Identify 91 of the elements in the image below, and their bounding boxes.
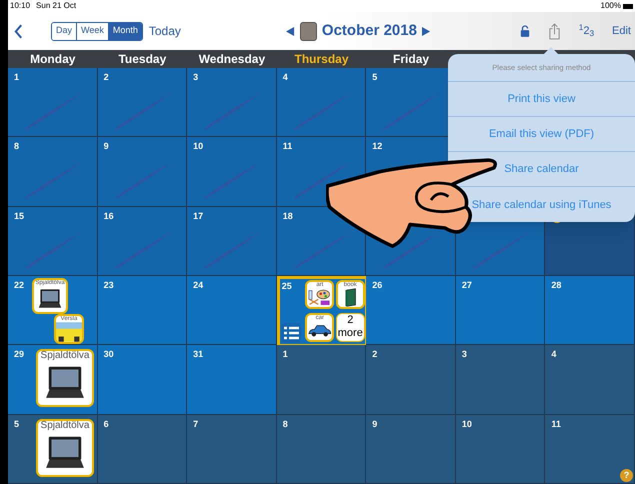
- day-number: 3: [193, 71, 198, 84]
- day-number: 30: [104, 348, 114, 362]
- day-number: 31: [193, 348, 204, 362]
- share-icon[interactable]: [548, 22, 561, 40]
- weekday-label: Tuesday: [117, 51, 168, 68]
- day-number: 4: [282, 71, 288, 84]
- event-label: Spjaldtölva: [40, 420, 90, 431]
- day-number: 18: [282, 210, 293, 223]
- weekday-label: Monday: [29, 51, 76, 68]
- day-cell[interactable]: 1: [276, 345, 366, 415]
- day-cell[interactable]: 5 Spjaldtölva: [8, 414, 98, 484]
- day-number: 23: [104, 279, 114, 292]
- day-cell[interactable]: 31: [187, 345, 277, 415]
- day-number: 12: [372, 140, 382, 154]
- event-pictogram[interactable]: Spjaldtölva: [36, 418, 94, 477]
- day-cell[interactable]: 4: [545, 345, 635, 415]
- day-cell[interactable]: 9: [98, 137, 188, 207]
- day-number: 25: [280, 280, 293, 293]
- day-number: 5: [14, 418, 20, 431]
- day-cell[interactable]: 28: [545, 276, 635, 346]
- day-number: 6: [104, 418, 109, 431]
- day-cell[interactable]: 29 Spjaldtölva: [8, 345, 98, 415]
- day-number: 22: [14, 279, 24, 292]
- numbering-button[interactable]: $^{1}$2$_{3}$: [578, 22, 594, 40]
- day-number: 9: [372, 418, 378, 431]
- day-cell[interactable]: 16: [98, 206, 188, 276]
- day-cell[interactable]: 6: [98, 414, 188, 484]
- day-number: 7: [193, 418, 198, 431]
- weekday-label: Thursday: [293, 51, 350, 68]
- day-number: 3: [462, 348, 467, 362]
- day-number: 27: [462, 279, 472, 292]
- list-icon[interactable]: [280, 323, 301, 344]
- day-number: 4: [551, 348, 556, 362]
- day-cell[interactable]: 30: [98, 345, 188, 415]
- day-cell[interactable]: 3: [456, 345, 546, 415]
- day-cell[interactable]: 9: [366, 414, 456, 484]
- day-cell[interactable]: 1: [8, 68, 98, 138]
- weekday-label: Friday: [392, 51, 430, 68]
- day-number: 5: [372, 71, 378, 84]
- day-number: 17: [193, 210, 204, 223]
- day-cell[interactable]: 24: [187, 276, 277, 346]
- day-cell[interactable]: 23: [98, 276, 188, 346]
- day-cell[interactable]: 10: [456, 414, 546, 484]
- day-number: 29: [14, 348, 24, 362]
- day-number: 1: [282, 348, 288, 362]
- day-cell[interactable]: 7: [187, 414, 277, 484]
- day-cell[interactable]: 17: [187, 206, 277, 276]
- month-title: October 2018: [322, 20, 417, 41]
- event-pictogram[interactable]: Spjaldtölva: [36, 349, 94, 408]
- padlock-icon[interactable]: [520, 25, 530, 37]
- battery-level: 100%: [600, 0, 621, 12]
- day-number: 16: [104, 210, 114, 223]
- day-number: 2: [104, 71, 109, 84]
- day-number: 2: [372, 348, 378, 362]
- day-number: 28: [551, 279, 562, 292]
- day-number: 1: [14, 71, 20, 84]
- weekday-label: Wednesday: [198, 51, 266, 68]
- back-chevron-icon[interactable]: [14, 24, 23, 38]
- day-cell[interactable]: 3: [187, 68, 277, 138]
- status-date: Sun 21 Oct: [36, 0, 76, 12]
- day-number: 8: [282, 418, 288, 431]
- day-number: 10: [462, 418, 472, 431]
- more-events-button[interactable]: 2 more: [336, 312, 365, 342]
- status-time: 10:10: [10, 0, 30, 12]
- day-cell[interactable]: 8: [8, 137, 98, 207]
- edit-button[interactable]: Edit: [612, 22, 631, 40]
- day-number: 26: [372, 279, 382, 292]
- event-label: Spjaldtölva: [40, 351, 90, 362]
- day-cell[interactable]: 27: [456, 276, 546, 346]
- day-cell[interactable]: 2: [366, 345, 456, 415]
- art-supplies-icon: [307, 288, 332, 307]
- day-cell[interactable]: 8: [276, 414, 366, 484]
- day-number: 11: [551, 418, 561, 431]
- previous-month-icon[interactable]: [286, 26, 295, 36]
- today-button[interactable]: Today: [148, 22, 181, 40]
- day-cell[interactable]: 10: [187, 137, 277, 207]
- day-cell[interactable]: 15: [8, 206, 98, 276]
- avatar-placeholder: [300, 22, 317, 40]
- day-number: 10: [193, 140, 204, 154]
- day-number: 15: [14, 210, 24, 223]
- day-number: 8: [14, 140, 20, 154]
- day-number: 11: [282, 140, 292, 154]
- day-number: 9: [104, 140, 109, 154]
- day-number: 24: [193, 279, 204, 292]
- day-cell[interactable]: 4: [276, 68, 366, 138]
- next-month-icon[interactable]: [422, 26, 431, 36]
- view-tab[interactable]: Month: [108, 22, 142, 40]
- day-cell[interactable]: 2: [98, 68, 188, 138]
- battery-icon: [623, 4, 633, 8]
- day-cell[interactable]: 26: [366, 276, 456, 346]
- shop-picture: [56, 322, 82, 342]
